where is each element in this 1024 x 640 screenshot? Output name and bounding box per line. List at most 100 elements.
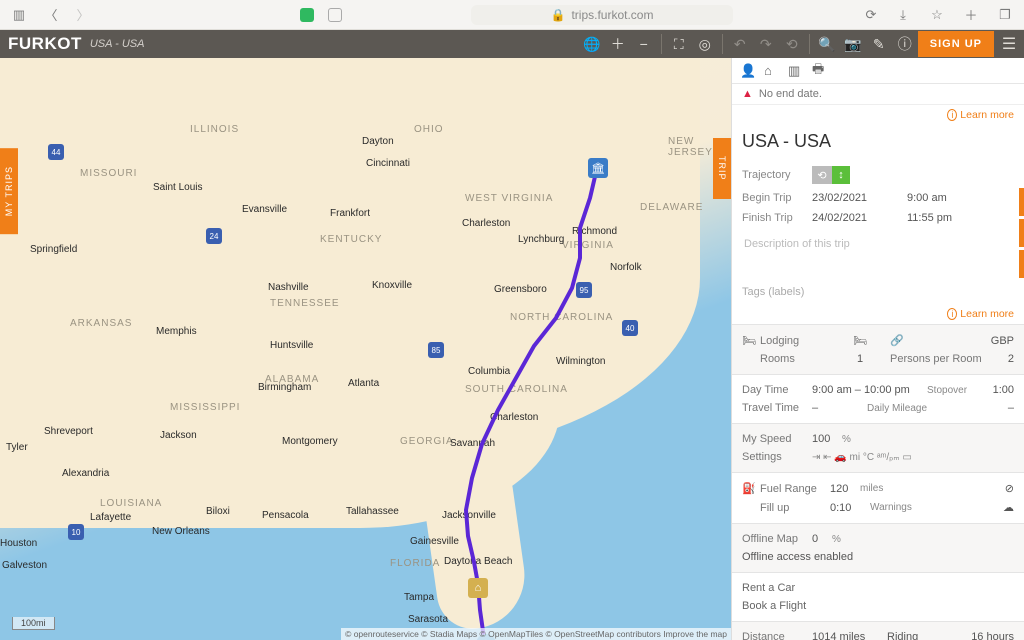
my-trips-tab[interactable]: MY TRIPS: [0, 148, 18, 234]
distance-value: 1014 miles: [812, 631, 887, 640]
replay-icon[interactable]: ⟲: [779, 30, 805, 58]
zoom-in-icon[interactable]: ＋: [605, 30, 631, 58]
currency-value[interactable]: GBP: [985, 335, 1014, 347]
speed-label: My Speed: [742, 433, 812, 445]
lodging-section: 🛏 Lodging 🛏 🔗 GBP Rooms 1 Persons per Ro…: [732, 324, 1024, 374]
city-label: Jacksonville: [442, 510, 496, 521]
lodging-type-icon[interactable]: 🛏: [830, 334, 890, 347]
route-start-marker[interactable]: 🏛: [588, 158, 608, 178]
map-canvas[interactable]: MISSOURIILLINOISOHIOKENTUCKYWEST VIRGINI…: [0, 58, 731, 640]
persons-value[interactable]: 2: [985, 353, 1014, 365]
address-bar[interactable]: 🔒 trips.furkot.com: [471, 5, 734, 25]
globe-icon[interactable]: 🌐: [579, 30, 605, 58]
trajectory-oneway-icon[interactable]: ↕: [832, 166, 850, 184]
city-label: Tallahassee: [346, 506, 399, 517]
begin-time[interactable]: 9:00 am: [907, 192, 947, 204]
download-icon[interactable]: ⤓: [894, 6, 912, 24]
zoom-out-icon[interactable]: −: [631, 30, 657, 58]
nav-back-icon[interactable]: 〈: [42, 6, 60, 24]
new-tab-icon[interactable]: ＋: [962, 6, 980, 24]
rooms-value[interactable]: 1: [830, 353, 890, 365]
interstate-shield-icon: 10: [68, 524, 84, 540]
description-field[interactable]: Description of this trip: [742, 234, 1014, 280]
city-label: Birmingham: [258, 382, 311, 393]
person-icon[interactable]: 👤: [740, 63, 756, 79]
fillup-label: Fill up: [760, 502, 830, 514]
tags-field[interactable]: Tags (labels): [742, 286, 1014, 298]
travel-value[interactable]: –: [812, 402, 867, 414]
home-icon[interactable]: ⌂: [764, 63, 780, 78]
app-logo[interactable]: FURKOT: [0, 34, 90, 54]
book-flight-link[interactable]: Book a Flight: [742, 597, 1014, 615]
target-icon[interactable]: ◎: [692, 30, 718, 58]
stopover-value[interactable]: 1:00: [982, 384, 1014, 396]
interstate-shield-icon: 44: [48, 144, 64, 160]
city-label: Gainesville: [410, 536, 459, 547]
camera-icon[interactable]: 📷: [840, 30, 866, 58]
menu-icon[interactable]: ☰: [994, 34, 1024, 54]
city-label: Dayton: [362, 136, 394, 147]
bed-icon: 🛏: [742, 334, 760, 347]
browser-chrome: ▥ 〈 〉 🔒 trips.furkot.com ⟳ ⤓ ☆ ＋ ❐: [0, 0, 1024, 30]
riding-value: 16 hours: [942, 631, 1014, 640]
trajectory-toggle[interactable]: ⟲ ↕: [812, 166, 850, 184]
interstate-shield-icon: 24: [206, 228, 222, 244]
rooms-label: Rooms: [760, 353, 830, 365]
learn-more-link[interactable]: i Learn more: [947, 109, 1014, 121]
begin-date[interactable]: 23/02/2021: [812, 192, 907, 204]
sidebar-toggle-icon[interactable]: ▥: [10, 6, 28, 24]
speed-value[interactable]: 100: [812, 433, 842, 445]
state-label: GEORGIA: [400, 436, 454, 447]
reload-icon[interactable]: ⟳: [862, 6, 880, 24]
fuel-icon: ⛽: [742, 482, 760, 495]
city-label: Nashville: [268, 282, 309, 293]
finish-time[interactable]: 11:55 pm: [907, 212, 952, 224]
offline-unit: %: [832, 534, 841, 545]
notebook-icon[interactable]: ▥: [788, 63, 804, 79]
fuel-unit: miles: [860, 483, 883, 494]
learn-more-link[interactable]: i Learn more: [947, 308, 1014, 320]
trajectory-loop-icon[interactable]: ⟲: [812, 166, 832, 184]
lock-icon: 🔒: [551, 8, 566, 22]
route-waypoint-marker[interactable]: ⌂: [468, 578, 488, 598]
settings-icons[interactable]: ⇥ ⇤ 🚗 mi °C ᵃᵐ/ₚₘ ▭: [812, 452, 912, 463]
undo-icon[interactable]: ↶: [727, 30, 753, 58]
fuel-range-value[interactable]: 120: [830, 483, 860, 495]
info-icon[interactable]: ⓘ: [892, 30, 918, 58]
link-icon[interactable]: 🔗: [890, 334, 985, 347]
trip-panel: 👤 ⌂ ▥ 🖶 ▲ No end date. i Learn more USA …: [731, 58, 1024, 640]
cloud-icon[interactable]: ☁: [912, 501, 1014, 514]
finish-date[interactable]: 24/02/2021: [812, 212, 907, 224]
city-label: Atlanta: [348, 378, 379, 389]
search-icon[interactable]: 🔍: [814, 30, 840, 58]
city-label: Wilmington: [556, 356, 605, 367]
bookmark-icon[interactable]: ☆: [928, 6, 946, 24]
redo-icon[interactable]: ↷: [753, 30, 779, 58]
city-label: Montgomery: [282, 436, 338, 447]
trip-title[interactable]: USA - USA: [732, 125, 1024, 162]
extension-badge-icon[interactable]: [300, 8, 314, 22]
tabs-icon[interactable]: ❐: [996, 6, 1014, 24]
stats-section: Distance 1014 miles Riding 16 hours Per …: [732, 621, 1024, 640]
city-label: Tyler: [6, 442, 28, 453]
city-label: Daytona Beach: [444, 556, 512, 567]
fullscreen-icon[interactable]: ⛶: [666, 30, 692, 58]
print-icon[interactable]: 🖶: [812, 60, 828, 82]
trip-tab[interactable]: TRIP: [713, 138, 731, 199]
rent-car-link[interactable]: Rent a Car: [742, 579, 1014, 597]
mileage-value[interactable]: –: [957, 402, 1014, 414]
city-label: Alexandria: [62, 468, 109, 479]
panel-drawer-handles[interactable]: [1019, 188, 1024, 278]
state-label: MISSOURI: [80, 168, 137, 179]
daytime-value[interactable]: 9:00 am – 10:00 pm: [812, 384, 927, 396]
state-label: ILLINOIS: [190, 124, 239, 135]
state-label: DELAWARE: [640, 202, 703, 213]
state-label: OHIO: [414, 124, 444, 135]
alert-no-end-date: ▲ No end date.: [732, 84, 1024, 105]
nav-forward-icon[interactable]: 〉: [74, 6, 92, 24]
fillup-value[interactable]: 0:10: [830, 502, 870, 514]
fuel-disabled-icon[interactable]: ⊘: [883, 482, 1014, 495]
privacy-shield-icon[interactable]: [328, 8, 342, 22]
edit-icon[interactable]: ✎: [866, 30, 892, 58]
signup-button[interactable]: SIGN UP: [918, 31, 994, 57]
